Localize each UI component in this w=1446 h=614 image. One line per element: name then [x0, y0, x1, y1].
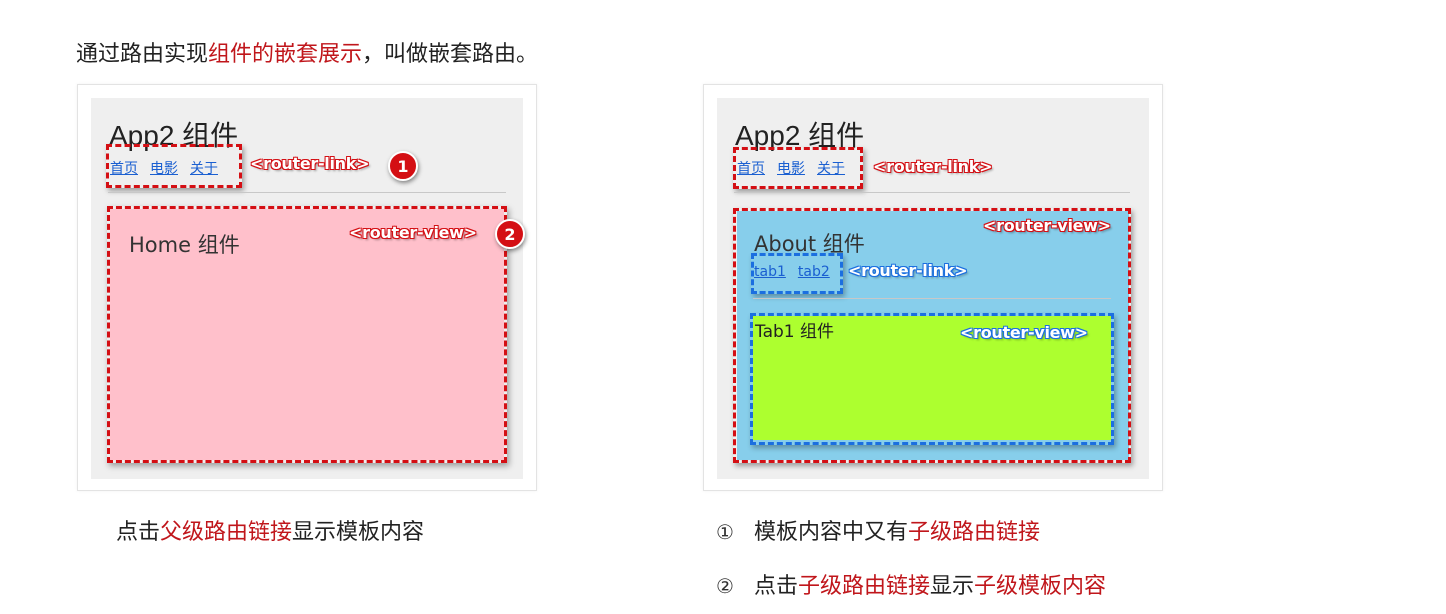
bullet-2-highlight-2: 子级模板内容	[973, 574, 1106, 599]
left-caption-after: 显示模板内容	[292, 520, 425, 545]
bullet-1-before: 模板内容中又有	[753, 520, 908, 545]
bullet-mark-2: ②	[716, 574, 734, 598]
bullet-2-before: 点击	[753, 574, 798, 599]
intro-after: ，叫做嵌套路由。	[362, 42, 539, 67]
bullet-mark-1: ①	[716, 520, 734, 544]
left-badge-2: 2	[495, 219, 525, 249]
right-sub-router-link-tag: <router-link>	[848, 261, 968, 280]
left-router-link-tag: <router-link>	[249, 154, 370, 174]
bullet-2-after: 显示	[929, 574, 974, 599]
left-badge-1: 1	[388, 151, 418, 181]
intro-text: 通过路由实现组件的嵌套展示，叫做嵌套路由。	[76, 36, 538, 68]
right-bullet-1: ① 模板内容中又有子级路由链接	[716, 514, 1040, 546]
left-home-title: Home 组件	[129, 233, 240, 257]
left-divider	[108, 192, 506, 193]
right-tab1-title: Tab1 组件	[755, 322, 834, 342]
right-sub-router-link-box	[751, 253, 843, 294]
left-caption: 点击父级路由链接显示模板内容	[116, 514, 424, 546]
left-caption-highlight: 父级路由链接	[160, 520, 293, 545]
right-divider	[734, 192, 1130, 193]
right-router-view-tag: <router-view>	[983, 216, 1112, 236]
bullet-2-highlight: 子级路由链接	[797, 574, 930, 599]
bullet-1-highlight: 子级路由链接	[907, 520, 1040, 545]
intro-before: 通过路由实现	[76, 42, 209, 67]
left-router-link-box	[106, 144, 242, 188]
right-router-link-tag: <router-link>	[872, 157, 993, 177]
right-sub-divider	[753, 298, 1111, 299]
intro-highlight: 组件的嵌套展示	[208, 42, 363, 67]
left-router-view-tag: <router-view>	[349, 223, 478, 243]
left-caption-before: 点击	[116, 520, 161, 545]
right-bullet-2: ② 点击子级路由链接显示子级模板内容	[716, 568, 1106, 600]
right-router-link-box	[733, 147, 863, 189]
right-sub-router-view-tag: <router-view>	[960, 323, 1088, 342]
